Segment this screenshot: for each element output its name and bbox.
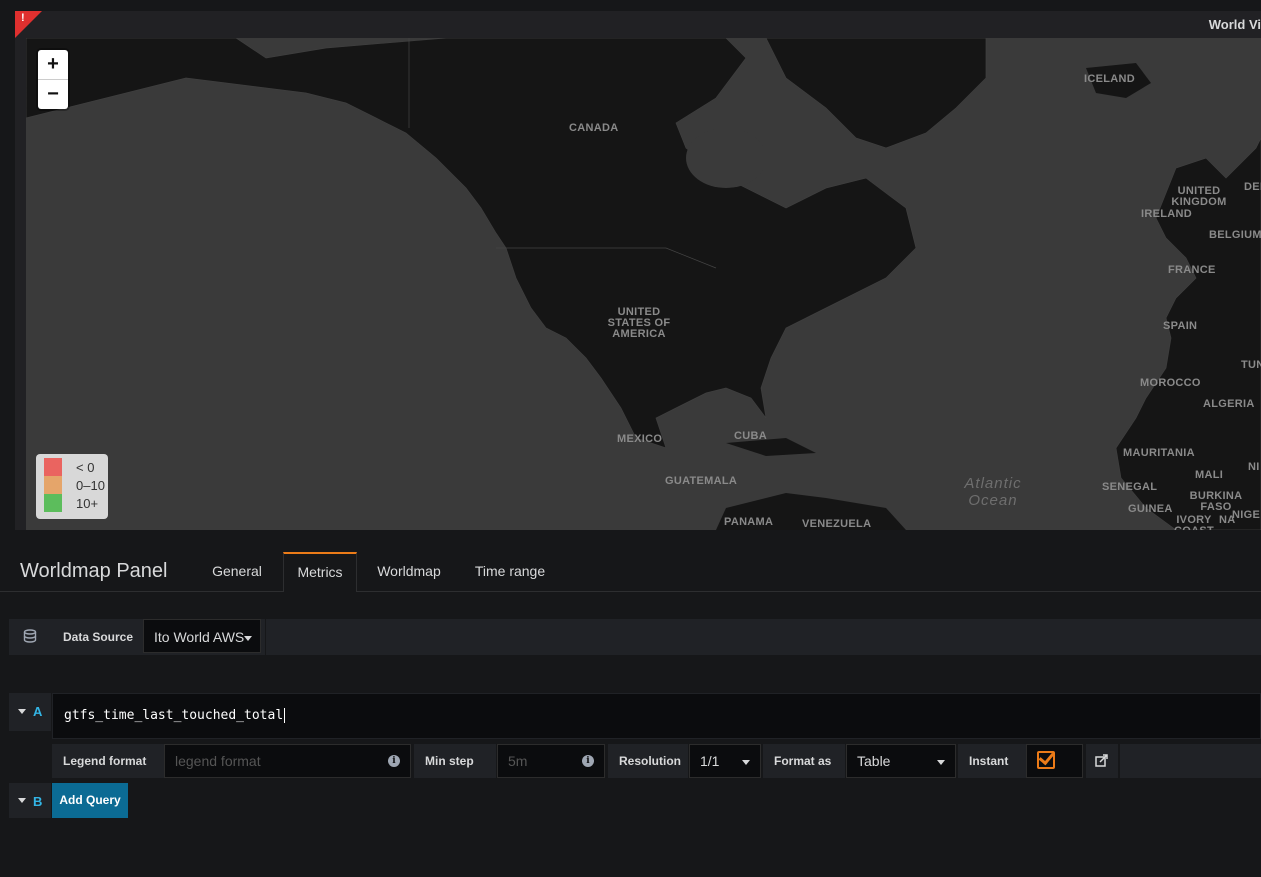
map-label-tun: TUN [1241, 359, 1261, 371]
map-label-spain: SPAIN [1163, 320, 1198, 332]
map-label-mauritania: MAURITANIA [1123, 447, 1195, 459]
options-filler [1120, 744, 1261, 778]
info-icon[interactable]: i [582, 755, 594, 767]
panel-error-corner[interactable] [15, 11, 42, 38]
worldmap-panel: + − ICELAND CANADA UNITED KINGDOM IRELAN… [15, 11, 1261, 530]
legend-item: < 0 [44, 458, 108, 476]
tab-general[interactable]: General [200, 552, 274, 591]
editor-title: Worldmap Panel [20, 560, 168, 582]
text-cursor [284, 708, 286, 723]
map-label-mexico: MEXICO [617, 433, 663, 445]
panel-title[interactable]: World Vi [1209, 17, 1261, 32]
collapse-caret-icon[interactable] [18, 709, 26, 714]
datasource-row: Data Source Ito World AWS [9, 619, 1261, 655]
legend-label: 10+ [76, 495, 99, 511]
map-legend: < 0 0–10 10+ [36, 454, 108, 519]
caret-down-icon [742, 760, 750, 765]
info-icon[interactable]: i [388, 755, 400, 767]
map-label-nige: NIGE [1232, 509, 1261, 521]
map-label-ivory-coast: IVORY COAST [1174, 514, 1214, 531]
map-label-venezuela: VENEZUELA [802, 518, 872, 530]
tab-worldmap[interactable]: Worldmap [368, 552, 450, 591]
format-as-label: Format as [763, 744, 845, 778]
hudson-bay [686, 128, 766, 188]
datasource-select[interactable]: Ito World AWS [143, 619, 261, 653]
map-label-senegal: SENEGAL [1102, 481, 1158, 493]
format-as-value: Table [857, 753, 891, 769]
min-step-input[interactable]: 5m i [497, 744, 605, 778]
tab-time-range[interactable]: Time range [466, 552, 554, 591]
map-label-morocco: MOROCCO [1140, 377, 1201, 389]
resolution-label: Resolution [608, 744, 688, 778]
query-letter: B [33, 794, 43, 809]
north-america-land [26, 38, 917, 449]
divider [265, 619, 266, 655]
query-b-header[interactable]: B [9, 783, 51, 818]
error-icon[interactable]: ! [21, 12, 25, 24]
map-label-mali: MALI [1195, 469, 1224, 481]
caret-down-icon [244, 636, 252, 641]
legend-swatch [44, 494, 62, 512]
query-a-header[interactable]: A [9, 693, 51, 731]
map-label-belgium: BELGIUM [1209, 229, 1261, 241]
map-label-iceland: ICELAND [1084, 73, 1135, 85]
legend-label: < 0 [76, 459, 95, 475]
database-icon [23, 629, 37, 646]
datasource-label: Data Source [63, 630, 134, 644]
external-link-icon [1095, 754, 1108, 767]
query-inspector-button[interactable] [1086, 744, 1118, 778]
map-label-united-kingdom: UNITED KINGDOM [1171, 185, 1227, 208]
map-label-panama: PANAMA [724, 516, 774, 528]
map-label-guatemala: GUATEMALA [665, 475, 738, 487]
query-letter: A [33, 704, 43, 719]
map-label-ni: NI [1248, 461, 1260, 473]
panel-editor-header: Worldmap Panel General Metrics Worldmap … [0, 548, 1261, 592]
query-expression-input[interactable]: gtfs_time_last_touched_total [52, 693, 1261, 739]
legend-format-placeholder: legend format [175, 753, 261, 769]
map-label-atlantic-ocean: Atlantic Ocean [964, 475, 1022, 509]
legend-item: 10+ [44, 494, 108, 512]
legend-item: 0–10 [44, 476, 108, 494]
map-label-usa: UNITED STATES OF AMERICA [607, 306, 671, 340]
world-map[interactable]: + − ICELAND CANADA UNITED KINGDOM IRELAN… [26, 38, 1261, 530]
legend-swatch [44, 458, 62, 476]
caret-down-icon [937, 760, 945, 765]
greenland-land [765, 38, 987, 149]
collapse-caret-icon[interactable] [18, 798, 26, 803]
add-query-button[interactable]: Add Query [52, 783, 128, 818]
legend-format-label: Legend format [52, 744, 164, 778]
resolution-select[interactable]: 1/1 [689, 744, 761, 778]
min-step-label: Min step [414, 744, 496, 778]
map-label-algeria: ALGERIA [1203, 398, 1255, 410]
map-label-den: DEN [1244, 181, 1261, 193]
instant-label: Instant [958, 744, 1026, 778]
map-label-canada: CANADA [569, 122, 619, 134]
instant-checkbox[interactable] [1026, 744, 1083, 778]
min-step-placeholder: 5m [508, 753, 528, 769]
datasource-value: Ito World AWS [154, 629, 245, 645]
tab-metrics[interactable]: Metrics [283, 552, 357, 592]
checkbox-checked-icon[interactable] [1037, 751, 1055, 769]
map-label-france: FRANCE [1168, 264, 1216, 276]
format-as-select[interactable]: Table [846, 744, 956, 778]
zoom-out-button[interactable]: − [38, 79, 68, 109]
map-land-layer [26, 38, 1261, 530]
legend-label: 0–10 [76, 477, 105, 493]
resolution-value: 1/1 [700, 753, 720, 769]
map-label-na: NA [1219, 514, 1236, 526]
zoom-control: + − [38, 50, 68, 109]
legend-swatch [44, 476, 62, 494]
query-expression-text: gtfs_time_last_touched_total [64, 708, 284, 723]
map-label-cuba: CUBA [734, 430, 767, 442]
map-label-guinea: GUINEA [1128, 503, 1173, 515]
map-label-ireland: IRELAND [1141, 208, 1192, 220]
legend-format-input[interactable]: legend format i [164, 744, 411, 778]
query-options-row: Legend format legend format i Min step 5… [52, 744, 1261, 778]
zoom-in-button[interactable]: + [38, 50, 68, 79]
